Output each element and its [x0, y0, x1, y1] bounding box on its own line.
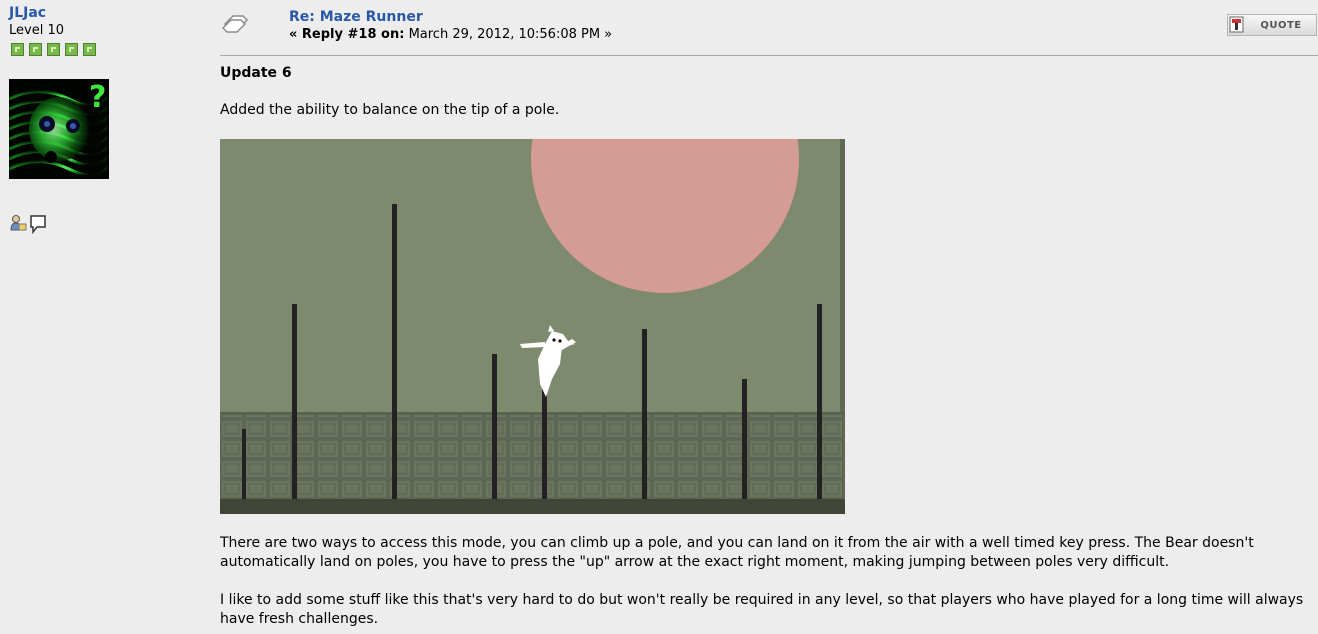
game-pole [242, 429, 246, 499]
game-pole [392, 204, 397, 499]
post-heading: Update 6 [220, 65, 292, 81]
post-paragraph: Added the ability to balance on the tip … [220, 102, 560, 118]
rank-star-icon [65, 43, 78, 56]
game-pole [492, 354, 497, 499]
poster-level: Level 10 [9, 23, 64, 38]
post-title-link[interactable]: Re: Maze Runner [289, 9, 423, 25]
game-pole [292, 304, 297, 499]
poster-name-link[interactable]: JLJac [9, 5, 46, 21]
quote-icon [1228, 15, 1246, 35]
game-floor [220, 412, 845, 514]
game-pole [742, 379, 747, 499]
quote-label: QUOTE [1260, 19, 1302, 31]
rank-star-icon [47, 43, 60, 56]
reply-number: « Reply #18 on: [289, 27, 405, 42]
post-xx-icon [221, 15, 249, 33]
game-pole [817, 304, 822, 499]
post-paragraph: I like to add some stuff like this that'… [220, 592, 1304, 627]
post-date: March 29, 2012, 10:56:08 PM » [408, 27, 613, 42]
game-screenshot [220, 139, 845, 514]
rank-star-icon [29, 43, 42, 56]
post-paragraph: There are two ways to access this mode, … [220, 535, 1254, 570]
game-pole [642, 329, 647, 499]
rank-star-icon [83, 43, 96, 56]
poster-info: JLJac Level 10 ? [0, 0, 200, 634]
rank-star-icon [11, 43, 24, 56]
header-divider [220, 55, 1318, 56]
quote-button[interactable]: QUOTE [1227, 14, 1317, 36]
speech-bubble-icon[interactable] [29, 214, 47, 234]
post-meta: « Reply #18 on: March 29, 2012, 10:56:08… [289, 27, 612, 42]
profile-icons [10, 214, 47, 234]
profile-icon[interactable] [10, 214, 27, 231]
avatar[interactable]: ? [9, 79, 109, 179]
svg-text:?: ? [89, 80, 106, 115]
rank-stars [11, 43, 96, 56]
game-pole [542, 384, 547, 499]
